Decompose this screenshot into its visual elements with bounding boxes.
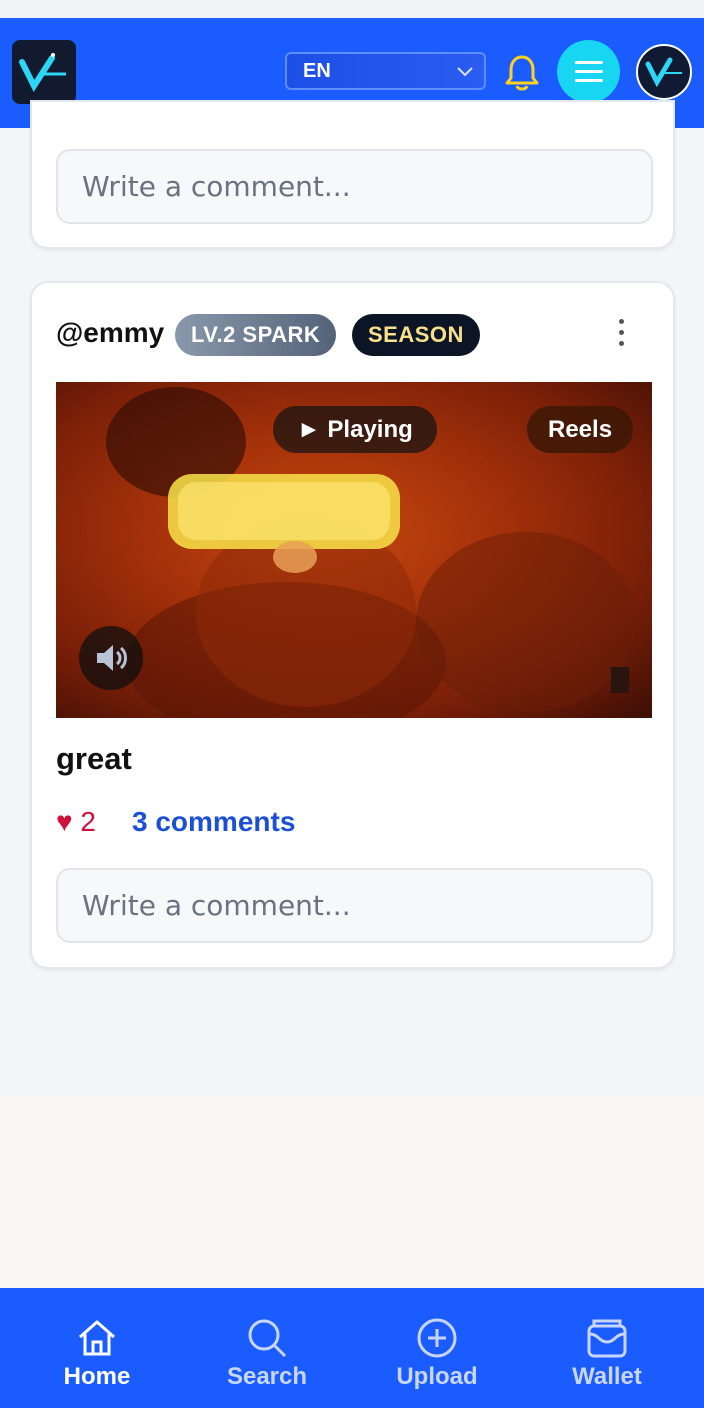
tab-label: Wallet <box>572 1363 642 1390</box>
language-value: EN <box>303 60 331 82</box>
tab-upload[interactable]: Upload <box>349 1288 525 1408</box>
watermark-logo <box>611 667 629 693</box>
status-bar <box>0 0 704 18</box>
likes-count: 2 <box>80 806 96 837</box>
heart-icon: ♥ <box>56 806 73 837</box>
season-badge: SEASON <box>352 314 480 356</box>
user-avatar[interactable] <box>636 44 692 100</box>
more-options-icon[interactable] <box>616 319 626 351</box>
sound-toggle-button[interactable] <box>79 626 143 690</box>
tab-label: Search <box>226 1363 308 1390</box>
tab-label: Upload <box>396 1363 478 1390</box>
tab-search[interactable]: Search <box>179 1288 355 1408</box>
plus-circle-icon <box>417 1318 457 1358</box>
bottom-tab-bar: Home Search Upload Wallet <box>0 1288 704 1408</box>
tab-wallet[interactable]: Wallet <box>519 1288 695 1408</box>
video-player[interactable]: ► Playing Reels <box>56 382 652 718</box>
app-logo[interactable] <box>12 40 76 104</box>
chevron-down-icon <box>457 67 473 77</box>
menu-line <box>575 61 603 64</box>
post-username[interactable]: @emmy <box>56 317 164 349</box>
play-icon: ► <box>297 416 328 443</box>
avatar-logo <box>645 57 682 88</box>
logo-mark <box>19 53 66 93</box>
tab-home[interactable]: Home <box>9 1288 185 1408</box>
reels-badge: Reels <box>527 406 634 453</box>
playing-label: Playing <box>327 416 413 443</box>
wallet-icon <box>587 1319 627 1358</box>
comment-input[interactable]: Write a comment... <box>56 868 653 943</box>
playing-indicator: ► Playing <box>273 406 437 453</box>
post-card: @emmy LV.2 SPARK SEASON ► Playing Reels … <box>30 281 675 969</box>
post-caption: great <box>56 741 132 776</box>
level-badge: LV.2 SPARK <box>175 314 337 356</box>
menu-line <box>575 70 603 73</box>
tab-label: Home <box>63 1363 131 1390</box>
search-icon <box>248 1319 287 1358</box>
home-icon <box>79 1320 115 1356</box>
comments-link[interactable]: 3 comments <box>132 806 295 838</box>
language-select[interactable]: EN <box>285 52 486 90</box>
feed-empty-area <box>0 1095 704 1288</box>
menu-line <box>575 79 603 82</box>
like-button[interactable]: ♥ 2 <box>56 806 96 838</box>
hamburger-menu-button[interactable] <box>557 40 620 103</box>
speaker-icon <box>97 645 127 671</box>
bell-icon[interactable] <box>503 52 541 92</box>
comment-input[interactable]: Write a comment... <box>56 149 653 224</box>
previous-post-card: Write a comment... <box>30 100 675 249</box>
